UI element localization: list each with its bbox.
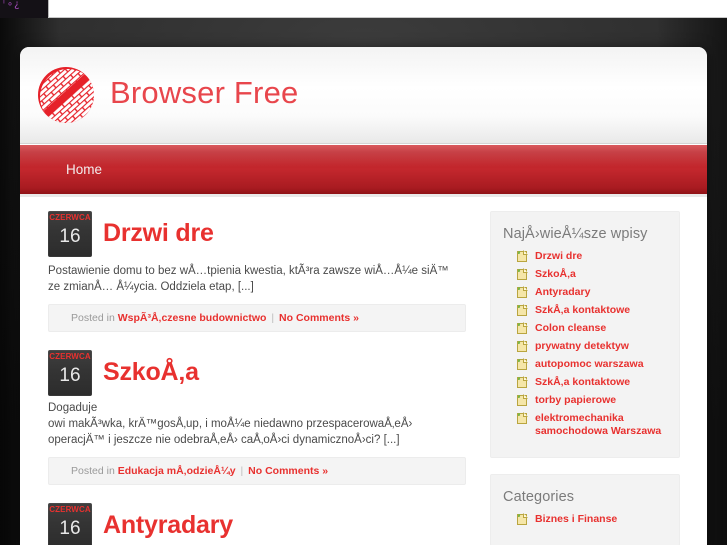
- widget-recent-posts: NajÅ›wieÅ¼sze wpisy Drzwi dre SzkoÅ‚a An…: [490, 211, 680, 458]
- brick-pattern-icon: [40, 69, 94, 123]
- list-item: SzkoÅ‚a: [517, 268, 669, 281]
- post-excerpt: Postawienie domu to bez wÅ…tpienia kwest…: [48, 265, 449, 293]
- recent-post-link[interactable]: torby papierowe: [535, 394, 616, 406]
- list-item: Drzwi dre: [517, 250, 669, 263]
- main-navigation: Home: [20, 144, 707, 197]
- recent-post-link[interactable]: SzkÅ‚a kontaktowe: [535, 304, 630, 316]
- page-icon: [517, 304, 528, 316]
- list-item: SzkÅ‚a kontaktowe: [517, 304, 669, 317]
- page-icon: [517, 394, 528, 406]
- website-page: Browser Free Home CZERWCA 16 Drzwi dre P…: [20, 47, 707, 545]
- list-item: prywatny detektyw: [517, 340, 669, 353]
- page-icon: [517, 268, 528, 280]
- post-meta: Posted in Edukacja mÅ‚odzieÅ¼y | No Comm…: [48, 457, 466, 485]
- post-date-badge: CZERWCA 16: [48, 211, 92, 257]
- post-comments-link[interactable]: No Comments »: [279, 312, 359, 324]
- page-icon: [517, 358, 528, 370]
- meta-separator: |: [271, 312, 275, 324]
- nav-item-home[interactable]: Home: [52, 145, 116, 194]
- post-date-day: 16: [59, 518, 81, 539]
- post-title-link[interactable]: SzkoÅ‚a: [103, 349, 199, 395]
- page-icon: [517, 340, 528, 352]
- post-date-month: CZERWCA: [49, 352, 91, 361]
- list-item: Antyradary: [517, 286, 669, 299]
- post-excerpt: Dogaduje owi makÃ³wka, krÄ™gosÅ‚up, i mo…: [48, 402, 413, 446]
- recent-post-link[interactable]: SzkÅ‚a kontaktowe: [535, 376, 630, 388]
- category-link[interactable]: Biznes i Finanse: [535, 513, 617, 525]
- post-header: CZERWCA 16 SzkoÅ‚a: [48, 350, 466, 402]
- list-item: Colon cleanse: [517, 322, 669, 335]
- post-title-link[interactable]: Drzwi dre: [103, 210, 214, 256]
- browser-chrome-strip: ᵀ∘¿: [0, 0, 727, 18]
- browser-tab-strip[interactable]: ᵀ∘¿: [0, 0, 48, 18]
- browser-page-top-edge: [48, 0, 727, 18]
- recent-post-link[interactable]: prywatny detektyw: [535, 340, 629, 352]
- nav-sheen: [20, 145, 707, 167]
- brick-circle-logo-icon: [38, 67, 94, 123]
- post-meta: Posted in WspÃ³Å‚czesne budownictwo | No…: [48, 304, 466, 332]
- widget-categories: Categories Biznes i Finanse: [490, 474, 680, 545]
- page-icon: [517, 250, 528, 262]
- post-title-link[interactable]: Antyradary: [103, 502, 233, 545]
- posted-in-label: Posted in: [71, 465, 115, 477]
- list-item: autopomoc warszawa: [517, 358, 669, 371]
- recent-post-link[interactable]: Antyradary: [535, 286, 590, 298]
- recent-post-link[interactable]: elektromechanika samochodowa Warszawa: [535, 412, 661, 437]
- categories-list: Biznes i Finanse: [501, 513, 669, 526]
- post-date-badge: CZERWCA 16: [48, 503, 92, 545]
- post-comments-link[interactable]: No Comments »: [248, 465, 328, 477]
- meta-separator: |: [240, 465, 244, 477]
- widget-title: NajÅ›wieÅ¼sze wpisy: [503, 226, 648, 242]
- list-item: torby papierowe: [517, 394, 669, 407]
- post-item: CZERWCA 16 SzkoÅ‚a Dogaduje owi makÃ³wka…: [48, 350, 466, 485]
- browser-chrome-divider: [48, 17, 727, 18]
- post-category-link[interactable]: Edukacja mÅ‚odzieÅ¼y: [118, 465, 236, 477]
- post-date-month: CZERWCA: [49, 505, 91, 514]
- recent-post-link[interactable]: Colon cleanse: [535, 322, 606, 334]
- list-item: SzkÅ‚a kontaktowe: [517, 376, 669, 389]
- page-icon: [517, 286, 528, 298]
- site-logo[interactable]: [38, 67, 94, 123]
- post-header: CZERWCA 16 Drzwi dre: [48, 211, 466, 263]
- posted-in-label: Posted in: [71, 312, 115, 324]
- page-icon: [517, 322, 528, 334]
- site-title: Browser Free: [110, 75, 299, 110]
- page-icon: [517, 412, 528, 424]
- post-date-month: CZERWCA: [49, 213, 91, 222]
- post-category-link[interactable]: WspÃ³Å‚czesne budownictwo: [118, 312, 267, 324]
- sidebar: NajÅ›wieÅ¼sze wpisy Drzwi dre SzkoÅ‚a An…: [490, 211, 680, 545]
- recent-post-link[interactable]: autopomoc warszawa: [535, 358, 644, 370]
- post-date-badge: CZERWCA 16: [48, 350, 92, 396]
- page-icon: [517, 513, 528, 525]
- post-header: CZERWCA 16 Antyradary: [48, 503, 466, 545]
- post-date-day: 16: [59, 226, 81, 247]
- recent-post-link[interactable]: SzkoÅ‚a: [535, 268, 576, 280]
- site-header: Browser Free: [20, 47, 707, 144]
- widget-title: Categories: [503, 489, 575, 505]
- post-date-day: 16: [59, 365, 81, 386]
- main-content-column: CZERWCA 16 Drzwi dre Postawienie domu to…: [48, 211, 466, 545]
- list-item: elektromechanika samochodowa Warszawa: [517, 412, 669, 438]
- recent-post-link[interactable]: Drzwi dre: [535, 250, 582, 262]
- browser-tab-glyphs: ᵀ∘¿: [2, 0, 21, 10]
- list-item: Biznes i Finanse: [517, 513, 669, 526]
- post-item: CZERWCA 16 Drzwi dre Postawienie domu to…: [48, 211, 466, 332]
- recent-posts-list: Drzwi dre SzkoÅ‚a Antyradary SzkÅ‚a kont…: [501, 250, 669, 438]
- post-item: CZERWCA 16 Antyradary: [48, 503, 466, 545]
- page-icon: [517, 376, 528, 388]
- site-body: CZERWCA 16 Drzwi dre Postawienie domu to…: [20, 197, 707, 545]
